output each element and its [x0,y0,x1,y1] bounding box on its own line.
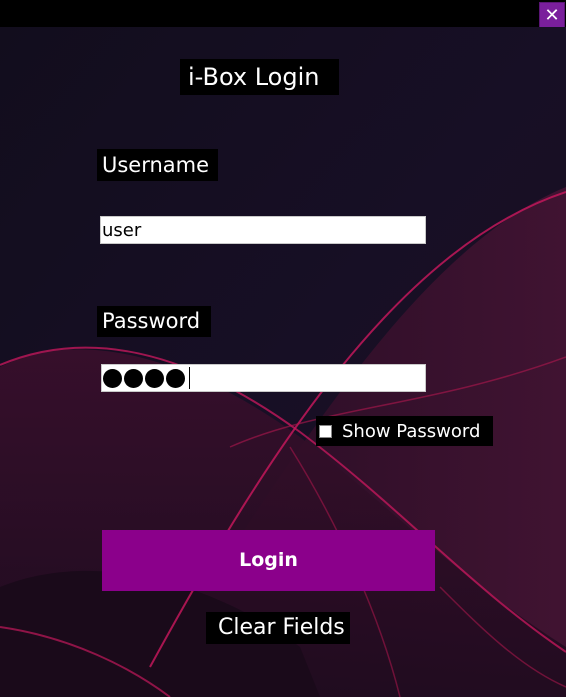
login-button[interactable]: Login [102,530,435,591]
show-password-checkbox[interactable] [319,424,332,438]
close-button[interactable]: ✕ [539,2,565,28]
username-label: Username [97,149,218,181]
password-input[interactable] [101,364,426,392]
close-icon: ✕ [544,5,560,26]
clear-fields-button[interactable]: Clear Fields [206,612,350,644]
password-label: Password [97,306,211,337]
login-panel: i-Box Login Username Password Show Passw… [0,27,566,697]
username-input[interactable] [100,216,426,244]
login-window: ✕ i-Box Login Username user Password Sho… [0,0,566,697]
show-password-toggle[interactable]: Show Password [316,416,493,446]
show-password-label: Show Password [342,420,481,442]
background-waves [0,27,566,697]
page-title: i-Box Login [180,59,339,95]
title-bar: ✕ [0,0,566,28]
